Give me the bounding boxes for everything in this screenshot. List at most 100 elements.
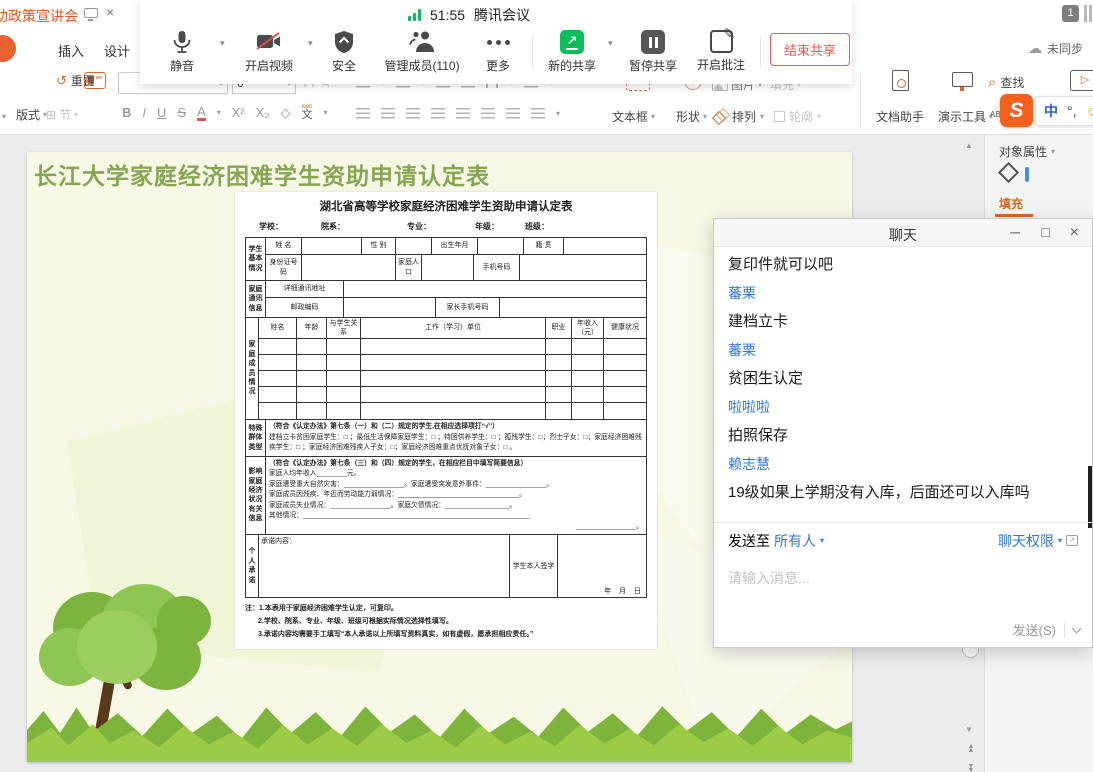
chat-message-list[interactable]: 复印件就可以吧 蕃栗 建档立卡 蕃栗 贫困生认定 啦啦啦 拍照保存 赖志慧 19… bbox=[714, 247, 1092, 520]
phonetic-guide-button[interactable]: wén 文 bbox=[301, 104, 312, 121]
start-video-button[interactable]: 开启视频 bbox=[236, 30, 302, 74]
chevron-down-icon[interactable]: ▾ bbox=[1058, 536, 1062, 545]
form-notes: 注：1.本表用于家庭经济困难学生认定，可复印。 2.学校、院系、专业、年级、班级… bbox=[245, 603, 647, 641]
form-label: 籍 贯 bbox=[524, 238, 564, 254]
scroll-up-icon[interactable]: ▲ bbox=[965, 141, 973, 150]
find-button[interactable]: 查找 bbox=[1000, 74, 1024, 91]
prev-slide-icon[interactable]: ▲▲ bbox=[965, 745, 977, 752]
close-icon[interactable]: × bbox=[106, 4, 114, 20]
chevron-down-icon[interactable]: ▾ bbox=[760, 112, 764, 121]
form-head-major: 专业： bbox=[407, 221, 431, 232]
shapes-button[interactable]: 形状 bbox=[676, 108, 700, 125]
end-share-button[interactable]: 结束共享 bbox=[770, 33, 850, 66]
form-cell-empty bbox=[302, 238, 362, 254]
eraser-icon[interactable]: ◇ bbox=[280, 105, 290, 121]
present-tools-icon[interactable] bbox=[952, 72, 973, 87]
chevron-down-icon[interactable]: ▾ bbox=[820, 536, 824, 545]
italic-button[interactable]: I bbox=[142, 105, 146, 120]
member-cell-empty bbox=[572, 387, 604, 402]
paint-bucket-icon[interactable] bbox=[1025, 167, 1029, 182]
minimize-icon[interactable]: ─ bbox=[1010, 224, 1020, 240]
doc-assistant-button[interactable]: 文档助手 bbox=[876, 110, 924, 124]
promise-content-label: 承诺内容： bbox=[259, 535, 510, 597]
ime-punctuation-toggle[interactable]: °, bbox=[1067, 103, 1077, 119]
collapsed-group-caret-icon[interactable]: ▾ bbox=[2, 112, 6, 121]
doc-assistant-icon[interactable] bbox=[892, 70, 909, 91]
layout-button[interactable]: 版式 bbox=[16, 106, 40, 123]
paint-bucket-icon[interactable] bbox=[998, 162, 1019, 183]
new-share-button[interactable]: ↗ 新的共享 bbox=[540, 30, 604, 74]
align-left-icon[interactable] bbox=[356, 108, 370, 119]
slideshow-icon[interactable]: ▷ bbox=[1070, 70, 1093, 91]
chevron-down-icon[interactable]: ▾ bbox=[308, 38, 313, 49]
economic-line: 其他情况：___________________________________… bbox=[269, 511, 643, 522]
chevron-down-icon[interactable]: ▾ bbox=[324, 108, 328, 117]
chevron-down-icon[interactable]: ▾ bbox=[651, 112, 655, 121]
send-options-chevron-icon[interactable] bbox=[1072, 623, 1082, 633]
scroll-down-icon[interactable]: ▼ bbox=[965, 725, 973, 734]
document-tab[interactable]: 助政策宣讲会 bbox=[0, 6, 78, 26]
subscript-button[interactable]: X₂ bbox=[256, 105, 270, 120]
align-right-icon[interactable] bbox=[406, 108, 420, 119]
chat-header[interactable]: 聊天 ─ □ × bbox=[714, 219, 1092, 247]
manage-members-button[interactable]: 管理成员(110) bbox=[374, 30, 470, 74]
form-label: 姓 名 bbox=[266, 238, 302, 254]
tab-design[interactable]: 设计 bbox=[104, 41, 130, 60]
chevron-down-icon[interactable]: ▾ bbox=[556, 109, 560, 118]
tab-insert[interactable]: 插入 bbox=[58, 41, 84, 60]
chat-message-input[interactable] bbox=[714, 558, 1092, 616]
chevron-down-icon: ▾ bbox=[74, 110, 78, 119]
next-slide-icon[interactable]: ▼▼ bbox=[965, 765, 977, 772]
magnifier-icon[interactable]: ⌕ bbox=[988, 74, 996, 91]
chevron-down-icon[interactable]: ▾ bbox=[608, 38, 613, 49]
close-icon[interactable]: × bbox=[1070, 224, 1079, 242]
arrange-button[interactable]: 排列 bbox=[732, 108, 756, 125]
form-label: 性 别 bbox=[362, 238, 396, 254]
line-spacing-up-icon[interactable] bbox=[481, 108, 495, 119]
superscript-button[interactable]: X² bbox=[232, 105, 245, 120]
form-section-contact: 家庭通讯信息 详细通讯地址 邮政编码 家长手机号码 bbox=[245, 281, 647, 318]
paragraph-spacing-icon[interactable] bbox=[531, 108, 545, 119]
align-center-icon[interactable] bbox=[381, 108, 395, 119]
ime-language-toggle[interactable]: 中 bbox=[1044, 101, 1058, 121]
slide-title[interactable]: 长江大学家庭经济困难学生资助申请认定表 bbox=[34, 157, 490, 191]
sogou-logo-icon[interactable]: S bbox=[1000, 94, 1033, 127]
chat-scrollbar-thumb[interactable] bbox=[1088, 466, 1092, 528]
annotate-button[interactable]: ✎ 开启批注 bbox=[690, 30, 752, 73]
reset-button[interactable]: 重置 bbox=[71, 72, 95, 89]
present-tools-button[interactable]: 演示工具 bbox=[938, 108, 986, 125]
fill-tab[interactable]: 填充 bbox=[999, 195, 1023, 212]
arrange-icon[interactable] bbox=[714, 110, 728, 124]
chat-permission-button[interactable]: 聊天权限 bbox=[998, 531, 1054, 551]
bold-button[interactable]: B bbox=[122, 105, 131, 120]
underline-button[interactable]: U bbox=[157, 105, 166, 120]
pause-share-button[interactable]: 暂停共享 bbox=[622, 30, 684, 74]
sync-status[interactable]: 未同步 bbox=[1047, 40, 1083, 57]
send-button[interactable]: 发送(S) bbox=[1013, 620, 1056, 639]
send-to-select[interactable]: 所有人 bbox=[774, 531, 816, 551]
font-color-button[interactable]: A bbox=[197, 105, 206, 121]
maximize-icon[interactable]: □ bbox=[1042, 224, 1050, 240]
line-spacing-down-icon[interactable] bbox=[506, 108, 520, 119]
wps-logo-icon[interactable] bbox=[0, 35, 16, 62]
tree-leaves bbox=[157, 596, 211, 646]
ime-emoji-icon[interactable]: ☺ bbox=[1086, 103, 1093, 119]
align-justify-icon[interactable] bbox=[431, 108, 445, 119]
distribute-text-icon[interactable] bbox=[456, 108, 470, 119]
chevron-down-icon[interactable]: ▾ bbox=[220, 38, 225, 49]
screen: 长江大学家庭经济困难学生资助申请认定表 湖北省高等学校家庭经济困难学生资助申请认… bbox=[0, 0, 1093, 772]
more-button[interactable]: 更多 bbox=[476, 30, 520, 74]
chevron-down-icon[interactable]: ▾ bbox=[703, 112, 707, 121]
chevron-down-icon[interactable]: ▾ bbox=[217, 108, 221, 117]
strikethrough-button[interactable]: S bbox=[177, 105, 186, 120]
popout-icon[interactable]: ↗ bbox=[1066, 535, 1078, 546]
object-properties-title[interactable]: 对象属性 bbox=[999, 143, 1047, 160]
member-cell-empty bbox=[297, 371, 327, 386]
mute-button[interactable]: 静音 bbox=[154, 30, 210, 74]
security-button[interactable]: 安全 bbox=[322, 30, 366, 74]
present-monitor-icon[interactable] bbox=[84, 8, 98, 18]
form-image[interactable]: 湖北省高等学校家庭经济困难学生资助申请认定表 学校： 院系： 专业： 年级： 班… bbox=[235, 192, 657, 649]
textbox-button[interactable]: 文本框 bbox=[612, 108, 648, 125]
reset-icon[interactable]: ↺ bbox=[56, 73, 67, 89]
chevron-down-icon[interactable]: ▾ bbox=[1051, 147, 1055, 156]
